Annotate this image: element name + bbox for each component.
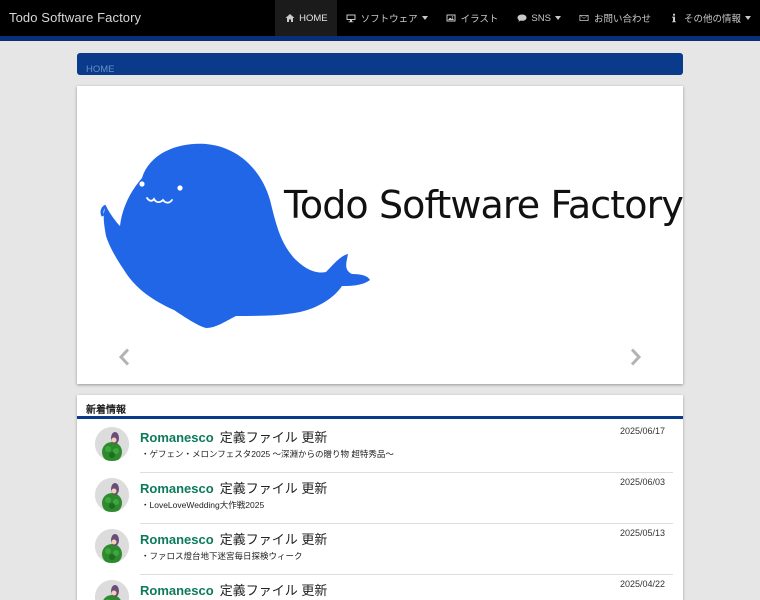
breadcrumb-home-link[interactable]: HOME	[86, 64, 115, 75]
nav-item-home[interactable]: HOME	[275, 0, 337, 36]
nav-item-sns[interactable]: SNS	[507, 0, 570, 36]
nav-item-label: SNS	[531, 12, 551, 24]
chevron-down-icon	[421, 16, 428, 20]
info-icon	[669, 13, 680, 23]
home-icon	[284, 13, 295, 23]
news-item-subject: 定義ファイル 更新	[219, 583, 328, 598]
news-heading: 新着情報	[77, 395, 683, 419]
chat-icon	[516, 13, 527, 23]
nav-item-contact[interactable]: お問い合わせ	[570, 0, 660, 36]
picture-icon	[446, 13, 457, 23]
news-item[interactable]: Romanesco 定義ファイル 更新 2025/06/03 ・LoveLoveW…	[77, 473, 683, 524]
chevron-down-icon	[554, 16, 561, 20]
news-item-title[interactable]: Romanesco 定義ファイル 更新	[140, 580, 327, 599]
navbar-accent-bar	[0, 36, 760, 41]
news-item-description: ・LoveLoveWedding大作戦2025	[141, 500, 265, 510]
site-brand[interactable]: Todo Software Factory	[9, 10, 141, 25]
avatar	[95, 427, 129, 461]
nav-item-illust[interactable]: イラスト	[437, 0, 508, 36]
news-item-title[interactable]: Romanesco 定義ファイル 更新	[140, 427, 327, 446]
news-item-date: 2025/04/22	[619, 579, 665, 589]
nav-item-label: お問い合わせ	[593, 14, 651, 25]
news-item-date: 2025/05/13	[619, 528, 665, 538]
nav-item-label: ソフトウェア	[360, 14, 418, 25]
nav-item-label: その他の情報	[683, 14, 741, 25]
news-item-subject: 定義ファイル 更新	[219, 481, 328, 496]
news-item-subject: 定義ファイル 更新	[219, 430, 328, 445]
news-item-date: 2025/06/17	[619, 426, 665, 436]
news-item[interactable]: Romanesco 定義ファイル 更新 2025/05/13 ・ファロス燈台地下迷…	[77, 524, 683, 575]
hero-title: Todo Software Factory	[284, 183, 684, 227]
app-name: Romanesco	[140, 583, 214, 598]
chevron-right-icon	[630, 348, 642, 366]
news-panel: 新着情報 Romanesco 定義ファイル 更新 2025/06/17 ・ゲフェン…	[77, 395, 683, 600]
nav-item-software[interactable]: ソフトウェア	[337, 0, 437, 36]
app-name: Romanesco	[140, 532, 214, 547]
news-item-date: 2025/06/03	[619, 477, 665, 487]
nav-item-label: HOME	[299, 12, 328, 24]
whale-mascot-logo	[100, 143, 370, 328]
chevron-left-icon	[118, 348, 130, 366]
top-navbar: Todo Software Factory HOME ソフトウェア イラスト S…	[0, 0, 760, 36]
nav-menu: HOME ソフトウェア イラスト SNS お問い合わせ その他の情報	[275, 0, 760, 36]
news-item-description: ・ゲフェン・メロンフェスタ2025 ～深淵からの贈り物 超特秀品～	[141, 449, 394, 459]
monitor-icon	[346, 13, 357, 23]
news-item-description: ・ファロス燈台地下迷宮毎日探検ウィーク	[141, 551, 303, 561]
envelope-icon	[579, 13, 590, 23]
news-item[interactable]: Romanesco 定義ファイル 更新 2025/04/22	[77, 575, 683, 600]
nav-item-other[interactable]: その他の情報	[660, 0, 760, 36]
carousel-prev-button[interactable]	[118, 348, 132, 366]
app-name: Romanesco	[140, 481, 214, 496]
breadcrumb: HOME	[77, 53, 683, 75]
news-item[interactable]: Romanesco 定義ファイル 更新 2025/06/17 ・ゲフェン・メロンフ…	[77, 422, 683, 473]
app-name: Romanesco	[140, 430, 214, 445]
news-item-subject: 定義ファイル 更新	[219, 532, 328, 547]
nav-item-label: イラスト	[460, 14, 499, 25]
avatar	[95, 529, 129, 563]
news-item-title[interactable]: Romanesco 定義ファイル 更新	[140, 529, 327, 548]
carousel-next-button[interactable]	[628, 348, 642, 366]
chevron-down-icon	[745, 16, 751, 20]
avatar	[95, 478, 129, 512]
news-item-title[interactable]: Romanesco 定義ファイル 更新	[140, 478, 327, 497]
avatar	[95, 580, 129, 600]
